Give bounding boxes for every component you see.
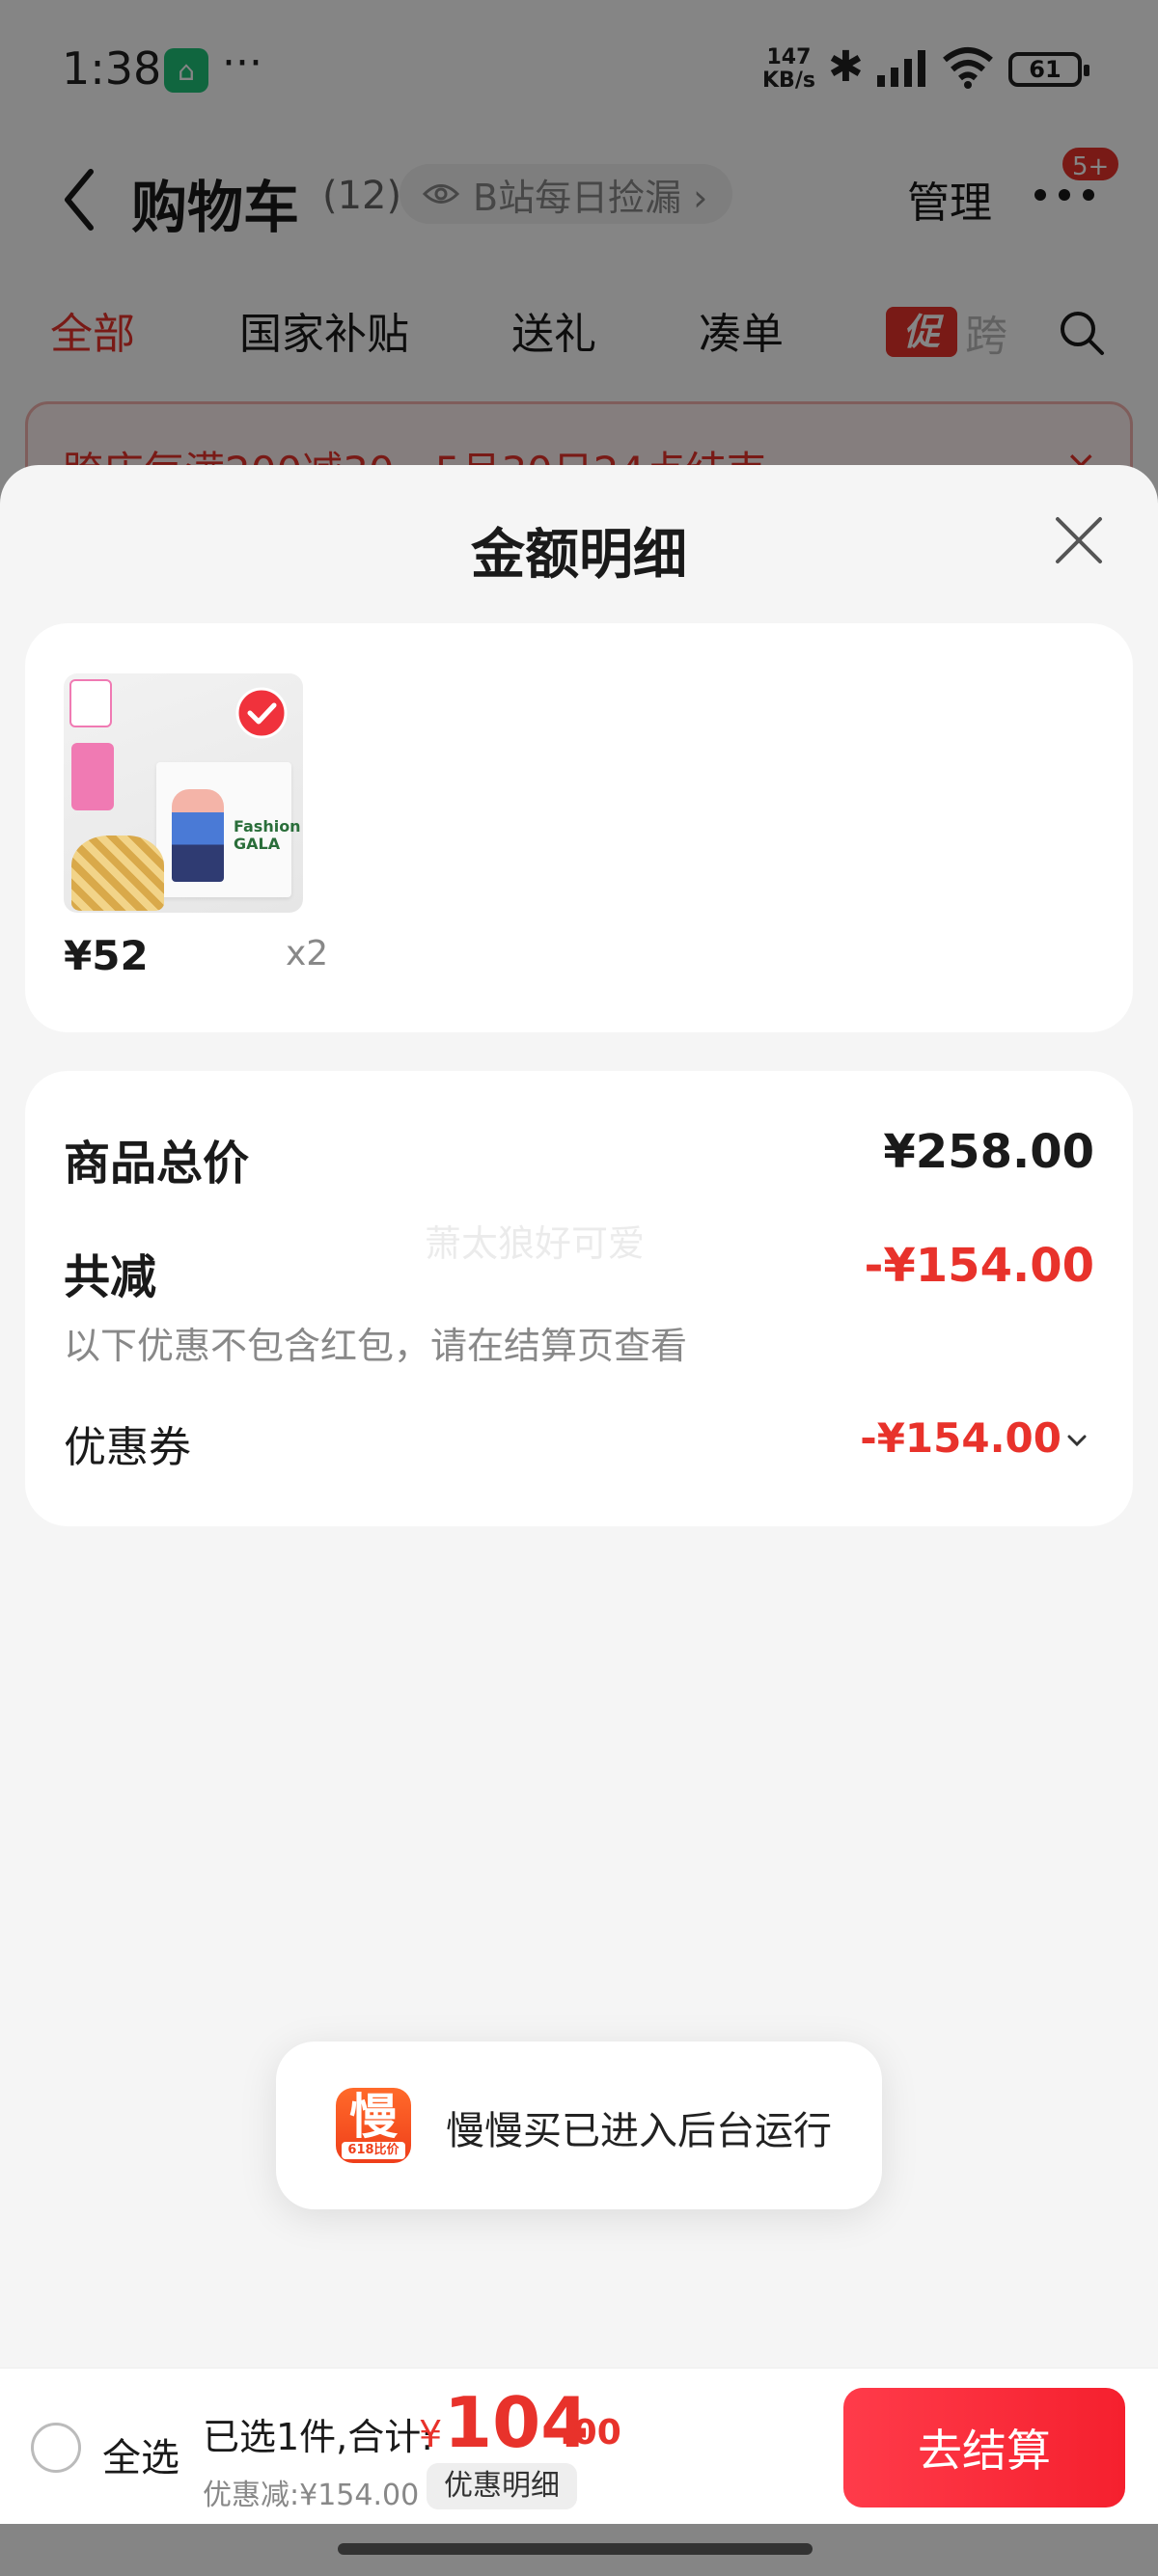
coupon-label: 优惠券 [64, 1423, 191, 1472]
total-currency: ¥ [419, 2413, 443, 2455]
total-price-value: ¥258.00 [883, 1125, 1094, 1179]
close-icon[interactable] [1052, 513, 1106, 567]
total-amount-decimal: .00 [560, 2413, 621, 2453]
total-price-label: 商品总价 [64, 1137, 250, 1191]
app-icon-glyph: 慢 [349, 2089, 398, 2145]
select-all-label[interactable]: 全选 [102, 2426, 179, 2482]
price-summary-card: 商品总价 ¥258.00 共减 -¥154.00 以下优惠不包含红包，请在结算页… [25, 1071, 1133, 1526]
coupon-value[interactable]: -¥154.00 [860, 1414, 1062, 1462]
checkout-button[interactable]: 去结算 [843, 2388, 1125, 2507]
total-discount-value: -¥154.00 [864, 1239, 1094, 1293]
product-quantity: x2 [286, 934, 329, 973]
product-thumbnail[interactable]: Fashion GALA [64, 673, 303, 913]
product-card: Fashion GALA ¥52 x2 [25, 623, 1133, 1032]
product-box-text: Fashion GALA [234, 818, 301, 853]
brand-logo [69, 679, 112, 727]
product-price: ¥52 [64, 932, 149, 979]
discount-note: 以下优惠不包含红包，请在结算页查看 [64, 1325, 688, 1367]
watermark-text: 萧太狼好可爱 [425, 1222, 646, 1265]
sheet-title: 金额明细 [471, 524, 687, 587]
pineapple-graphic [71, 836, 164, 911]
home-indicator[interactable] [338, 2543, 813, 2555]
background-running-toast: 慢 618比价 慢慢买已进入后台运行 [276, 2042, 882, 2209]
checkout-bar: 全选 已选1件,合计: ¥ 104 .00 优惠减:¥154.00 优惠明细 去… [0, 2368, 1158, 2524]
app-icon-subtitle: 618比价 [342, 2142, 405, 2159]
checked-icon[interactable] [235, 687, 288, 739]
product-box-text-line-1: Fashion [234, 817, 301, 836]
figure-graphic [172, 789, 224, 882]
selected-summary: 已选1件,合计: [203, 2416, 434, 2458]
toast-message: 慢慢买已进入后台运行 [446, 2109, 832, 2153]
manmanmai-app-icon: 慢 618比价 [336, 2088, 411, 2163]
discount-amount: 优惠减:¥154.00 [203, 2479, 420, 2512]
total-discount-label: 共减 [64, 1250, 157, 1304]
select-all-checkbox[interactable] [31, 2423, 81, 2473]
discount-detail-button[interactable]: 优惠明细 [427, 2463, 577, 2509]
product-box-text-line-2: GALA [234, 835, 281, 853]
product-label-graphic [71, 743, 114, 810]
chevron-down-icon[interactable] [1067, 1434, 1087, 1447]
